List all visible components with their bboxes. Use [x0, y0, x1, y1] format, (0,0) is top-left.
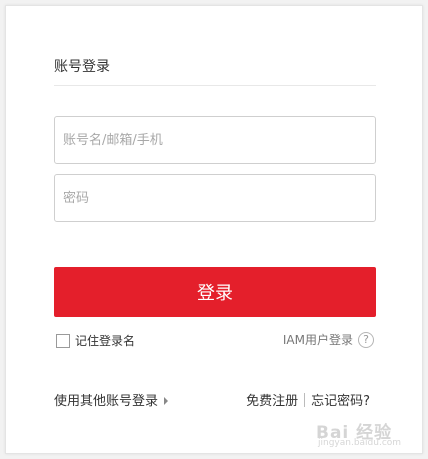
link-separator [304, 392, 306, 407]
watermark-url: jingyan.baidu.com [318, 438, 402, 448]
help-icon[interactable]: ? [358, 331, 374, 348]
remember-login-label: 记住登录名 [75, 334, 136, 348]
password-input[interactable] [54, 174, 376, 222]
remember-login-checkbox[interactable]: 记住登录名 [56, 332, 135, 349]
iam-user-login-label: IAM用户登录 [282, 333, 353, 347]
watermark: Bai 经验 jingyan.baidu.com [316, 418, 408, 450]
register-link[interactable]: 免费注册 [246, 390, 298, 409]
page-title: 账号登录 [54, 59, 110, 75]
other-account-login-label: 使用其他账号登录 [54, 394, 159, 409]
other-account-login-link[interactable]: 使用其他账号登录 [54, 390, 169, 409]
caret-right-icon [164, 396, 169, 405]
login-button[interactable]: 登录 [54, 267, 376, 317]
forgot-password-link[interactable]: 忘记密码? [311, 390, 370, 409]
account-input[interactable] [54, 116, 376, 164]
title-divider [54, 85, 376, 86]
checkbox-icon[interactable] [56, 333, 70, 348]
login-panel: 账号登录 登录 记住登录名 IAM用户登录 ? 使用其他账号登录 免费注册 忘记… [5, 5, 423, 454]
footer-links: 免费注册 忘记密码? [246, 390, 370, 409]
iam-user-login-link[interactable]: IAM用户登录 ? [283, 331, 374, 348]
